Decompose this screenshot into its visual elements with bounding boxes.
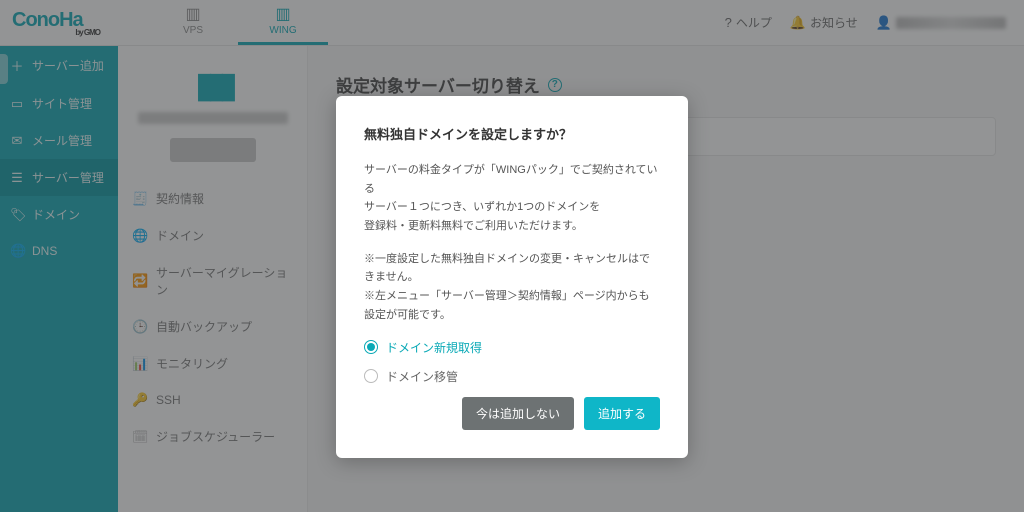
radio-icon: [364, 340, 378, 354]
add-button[interactable]: 追加する: [584, 397, 660, 430]
modal-desc-line: サーバー１つにつき、いずれか1つのドメインを: [364, 198, 660, 217]
radio-domain-new[interactable]: ドメイン新規取得: [364, 339, 660, 356]
modal-desc-line: 登録料・更新料無料でご利用いただけます。: [364, 217, 660, 236]
radio-label: ドメイン移管: [386, 368, 458, 385]
radio-domain-transfer[interactable]: ドメイン移管: [364, 368, 660, 385]
free-domain-modal: 無料独自ドメインを設定しますか？ サーバーの料金タイプが「WINGパック」でご契…: [336, 96, 688, 458]
modal-title: 無料独自ドメインを設定しますか？: [364, 124, 660, 143]
modal-description: サーバーの料金タイプが「WINGパック」でご契約されている サーバー１つにつき、…: [364, 161, 660, 236]
radio-label: ドメイン新規取得: [386, 339, 482, 356]
skip-button[interactable]: 今は追加しない: [462, 397, 574, 430]
radio-icon: [364, 369, 378, 383]
modal-notes: ※一度設定した無料独自ドメインの変更・キャンセルはできません。 ※左メニュー「サ…: [364, 250, 660, 325]
modal-note-line: ※一度設定した無料独自ドメインの変更・キャンセルはできません。: [364, 250, 660, 287]
modal-note-line: ※左メニュー「サーバー管理＞契約情報」ページ内からも設定が可能です。: [364, 287, 660, 324]
modal-actions: 今は追加しない 追加する: [364, 397, 660, 430]
modal-desc-line: サーバーの料金タイプが「WINGパック」でご契約されている: [364, 161, 660, 198]
